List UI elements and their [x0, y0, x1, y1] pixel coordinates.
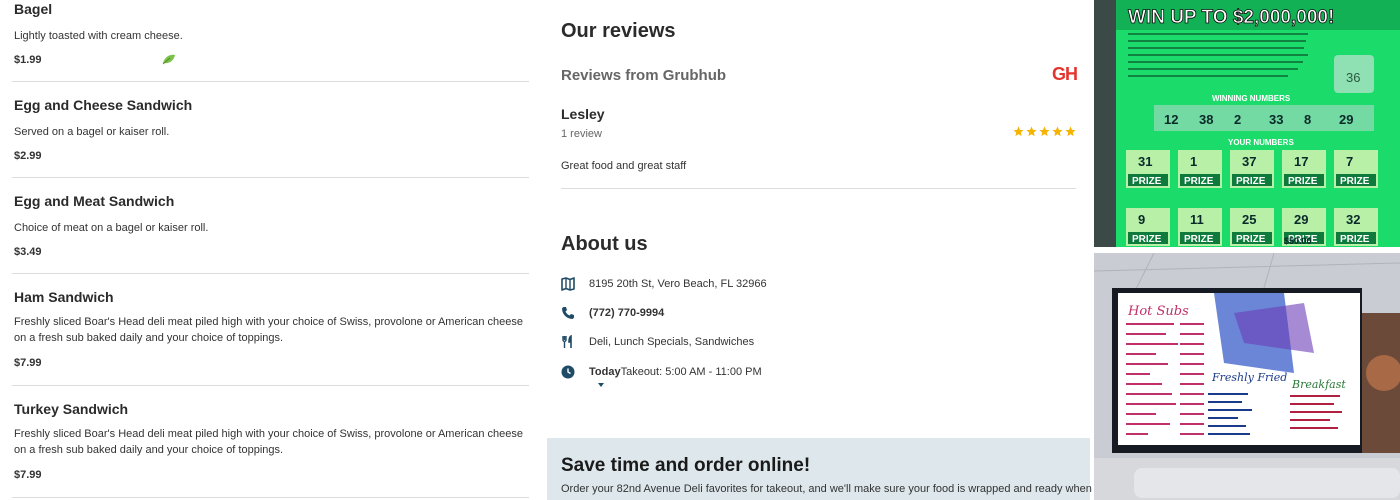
your-number: 29	[1294, 212, 1308, 227]
item-price: $2.99	[14, 150, 42, 162]
categories-row: Deli, Lunch Specials, Sandwiches	[561, 335, 754, 349]
divider	[12, 497, 529, 498]
map-icon	[561, 277, 575, 291]
categories-text: Deli, Lunch Specials, Sandwiches	[589, 336, 755, 348]
menu-item-turkey-sandwich[interactable]: Turkey Sandwich Freshly sliced Boar's He…	[14, 401, 529, 481]
menu-board-image: Hot Subs Freshly Fried Breakfast	[1094, 253, 1400, 500]
hours-row[interactable]: Today Takeout: 5:00 AM - 11:00 PM	[561, 365, 762, 379]
item-description: Freshly sliced Boar's Head deli meat pil…	[14, 428, 523, 456]
item-name: Ham Sandwich	[14, 289, 114, 305]
hours-text: Takeout: 5:00 AM - 11:00 PM	[620, 366, 762, 378]
reviews-title: Our reviews	[561, 20, 676, 42]
star-icon	[1013, 126, 1024, 137]
fork-knife-icon	[562, 335, 572, 348]
your-number: 9	[1138, 212, 1145, 227]
vegetarian-leaf-icon	[162, 54, 175, 65]
item-price: $7.99	[14, 469, 42, 481]
your-number: 37	[1242, 154, 1256, 169]
item-name: Turkey Sandwich	[14, 401, 129, 417]
board-freshly-fried: Freshly Fried	[1211, 371, 1287, 384]
address-row[interactable]: 8195 20th St, Vero Beach, FL 32966	[561, 277, 767, 291]
prize-label: PRIZE	[1340, 176, 1370, 187]
winning-number: 12	[1164, 112, 1178, 127]
prize-amount: $50.00	[1284, 236, 1312, 246]
prize-label: PRIZE	[1236, 176, 1266, 187]
menu-item-ham-sandwich[interactable]: Ham Sandwich Freshly sliced Boar's Head …	[14, 289, 529, 369]
order-text: Order your 82nd Avenue Deli favorites fo…	[561, 483, 1092, 495]
about-title: About us	[561, 233, 648, 255]
prize-label: PRIZE	[1184, 176, 1214, 187]
winning-number: 33	[1269, 112, 1283, 127]
clock-icon	[561, 365, 575, 379]
your-number: 17	[1294, 154, 1308, 169]
review-text: Great food and great staff	[561, 160, 687, 172]
your-number: 31	[1138, 154, 1152, 169]
prize-label: PRIZE	[1236, 234, 1266, 245]
order-online-banner: Save time and order online! Order your 8…	[547, 438, 1092, 500]
item-name: Bagel	[14, 1, 53, 17]
star-rating	[1013, 126, 1076, 137]
phone-row[interactable]: (772) 770-9994	[561, 306, 664, 320]
winning-number: 38	[1199, 112, 1213, 127]
star-icon	[1026, 126, 1037, 137]
hours-expand-chevron-icon[interactable]	[598, 383, 604, 387]
star-icon	[1065, 126, 1076, 137]
your-number: 7	[1346, 154, 1353, 169]
svg-text:36: 36	[1346, 70, 1360, 85]
board-hot-subs: Hot Subs	[1127, 304, 1189, 319]
your-number: 11	[1190, 212, 1204, 227]
item-price: $1.99	[14, 54, 42, 66]
star-icon	[1052, 126, 1063, 137]
photo-lottery-ticket[interactable]: WIN UP TO $2,000,000! 36 WINNING NUMBERS…	[1094, 0, 1400, 247]
grubhub-logo: GH	[1052, 64, 1078, 84]
item-name: Egg and Cheese Sandwich	[14, 97, 193, 113]
phone-link[interactable]: (772) 770-9994	[589, 307, 664, 319]
divider	[561, 188, 1076, 189]
your-number: 25	[1242, 212, 1256, 227]
item-description: Choice of meat on a bagel or kaiser roll…	[14, 222, 209, 234]
item-description: Served on a bagel or kaiser roll.	[14, 126, 170, 138]
prize-label: PRIZE	[1132, 234, 1162, 245]
menu-item-egg-meat[interactable]: Egg and Meat Sandwich Choice of meat on …	[14, 193, 529, 258]
item-description: Freshly sliced Boar's Head deli meat pil…	[14, 316, 523, 344]
winning-number: 2	[1234, 112, 1241, 127]
star-icon	[1039, 126, 1050, 137]
order-title: Save time and order online!	[561, 455, 811, 476]
prize-label: PRIZE	[1340, 234, 1370, 245]
board-breakfast: Breakfast	[1291, 378, 1346, 391]
review-count: 1 review	[561, 128, 602, 140]
prize-label: PRIZE	[1288, 176, 1318, 187]
divider	[12, 273, 529, 274]
reviewer-name: Lesley	[561, 106, 605, 122]
your-number: 32	[1346, 212, 1360, 227]
address-text: 8195 20th St, Vero Beach, FL 32966	[589, 278, 767, 290]
prize-label: PRIZE	[1184, 234, 1214, 245]
divider	[12, 177, 529, 178]
divider	[12, 81, 529, 82]
your-numbers-label: YOUR NUMBERS	[1228, 138, 1294, 147]
your-number: 1	[1190, 154, 1197, 169]
phone-icon	[562, 307, 574, 319]
hours-day: Today	[589, 366, 621, 378]
photo-menu-board[interactable]: Hot Subs Freshly Fried Breakfast	[1094, 253, 1400, 500]
winning-number: 29	[1339, 112, 1353, 127]
item-description: Lightly toasted with cream cheese.	[14, 30, 183, 42]
menu-item-bagel[interactable]: Bagel Lightly toasted with cream cheese.…	[14, 1, 529, 66]
item-price: $7.99	[14, 357, 42, 369]
reviews-source-title: Reviews from Grubhub	[561, 67, 727, 84]
winning-label: WINNING NUMBERS	[1212, 94, 1291, 103]
winning-number: 8	[1304, 112, 1311, 127]
divider	[12, 385, 529, 386]
item-name: Egg and Meat Sandwich	[14, 193, 175, 209]
menu-item-egg-cheese[interactable]: Egg and Cheese Sandwich Served on a bage…	[14, 97, 529, 162]
item-price: $3.49	[14, 246, 42, 258]
prize-label: PRIZE	[1132, 176, 1162, 187]
ticket-headline: WIN UP TO $2,000,000!	[1128, 7, 1334, 28]
lottery-ticket-image: WIN UP TO $2,000,000! 36 WINNING NUMBERS…	[1094, 0, 1400, 247]
